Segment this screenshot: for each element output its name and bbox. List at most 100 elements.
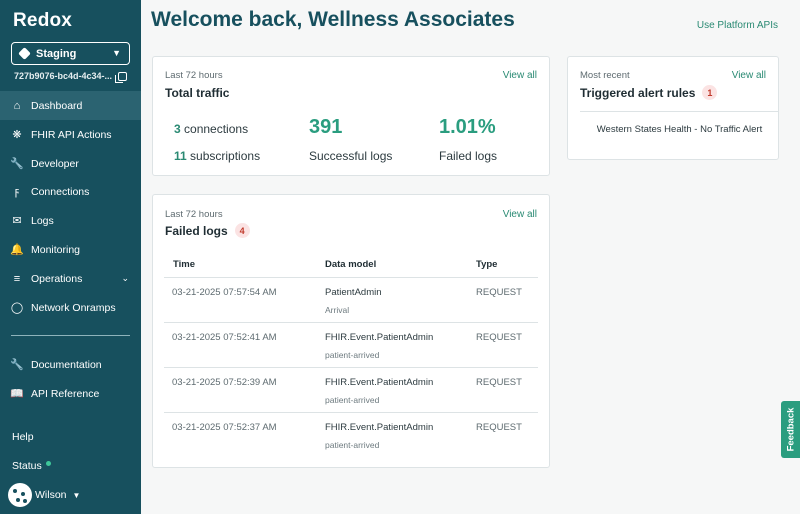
row-type: REQUEST — [476, 332, 522, 343]
sliders-icon: ≡ — [13, 272, 21, 285]
sidebar-item-label: FHIR API Actions — [31, 128, 112, 141]
row-event: patient-arrived — [325, 395, 380, 405]
table-row[interactable]: 03-21-2025 07:57:54 AM PatientAdmin Arri… — [164, 277, 538, 322]
sidebar-item-label: Dashboard — [31, 99, 83, 112]
sidebar-item-label: Operations — [31, 272, 83, 285]
wrench-icon: 🔧 — [10, 359, 24, 371]
column-header-time: Time — [173, 259, 196, 270]
bell-icon: 🔔 — [10, 244, 24, 256]
user-menu[interactable]: Wilson ▼ — [8, 483, 80, 507]
feedback-label: Feedback — [785, 407, 797, 452]
sidebar-item-fhir-api-actions[interactable]: ❋ FHIR API Actions — [0, 120, 141, 149]
sidebar-item-developer[interactable]: 🔧 Developer — [0, 149, 141, 178]
table-row[interactable]: 03-21-2025 07:52:37 AM FHIR.Event.Patien… — [164, 412, 538, 457]
copy-icon[interactable] — [115, 71, 128, 83]
alerts-view-all-link[interactable]: View all — [732, 70, 766, 81]
row-type: REQUEST — [476, 377, 522, 388]
traffic-view-all-link[interactable]: View all — [503, 70, 537, 81]
row-time: 03-21-2025 07:57:54 AM — [172, 287, 277, 298]
environment-id: 727b9076-bc4d-4c34-... — [14, 71, 128, 83]
feedback-button[interactable]: Feedback — [781, 401, 800, 458]
row-event: Arrival — [325, 305, 350, 315]
sidebar-item-logs[interactable]: ✉ Logs — [0, 206, 141, 235]
row-data-model: FHIR.Event.PatientAdmin — [325, 332, 434, 343]
row-event: patient-arrived — [325, 440, 380, 450]
traffic-caption: Last 72 hours — [165, 70, 223, 81]
sidebar-item-label: Developer — [31, 157, 79, 170]
total-traffic-card: Last 72 hours Total traffic View all 3 c… — [152, 56, 550, 176]
sidebar-item-label: Network Onramps — [31, 301, 116, 314]
column-header-type: Type — [476, 259, 498, 270]
alerts-title: Triggered alert rules — [580, 85, 696, 100]
failed-logs-value: 1.01% — [439, 116, 496, 138]
sidebar-item-operations[interactable]: ≡ Operations ⌄ — [0, 264, 141, 293]
help-link[interactable]: Help — [12, 431, 34, 443]
status-link[interactable]: Status — [12, 460, 51, 472]
subscriptions-stat[interactable]: 11 subscriptions — [174, 149, 260, 163]
column-header-data-model: Data model — [325, 259, 377, 270]
row-time: 03-21-2025 07:52:37 AM — [172, 422, 277, 433]
redox-logo[interactable]: Redox — [13, 10, 72, 32]
sidebar-item-api-reference[interactable]: 📖 API Reference — [0, 379, 141, 408]
failed-logs-title: Failed logs — [165, 223, 228, 238]
status-indicator — [45, 461, 51, 466]
subscriptions-label: subscriptions — [190, 149, 261, 163]
failed-logs-card: Last 72 hours Failed logs 4 View all Tim… — [152, 194, 550, 468]
failed-logs-view-all-link[interactable]: View all — [503, 209, 537, 220]
page-title: Welcome back, Wellness Associates — [151, 8, 515, 31]
sidebar-item-label: Logs — [31, 214, 54, 227]
book-icon: 📖 — [10, 388, 24, 400]
platform-apis-link[interactable]: Use Platform APIs — [697, 20, 778, 31]
sidebar-item-label: Connections — [31, 185, 90, 198]
sidebar-item-label: Documentation — [31, 358, 102, 371]
environment-select[interactable]: Staging ▼ — [11, 42, 130, 65]
row-event: patient-arrived — [325, 350, 380, 360]
alerts-count-badge: 1 — [702, 85, 718, 100]
wrench-icon: 🔧 — [10, 158, 24, 170]
chevron-down-icon: ▼ — [112, 48, 121, 58]
sidebar-item-connections[interactable]: ϝ Connections — [0, 177, 141, 206]
row-data-model: FHIR.Event.PatientAdmin — [325, 422, 434, 433]
row-data-model: FHIR.Event.PatientAdmin — [325, 377, 434, 388]
successful-logs-label: Successful logs — [309, 149, 393, 163]
sidebar-item-network-onramps[interactable]: ◯ Network Onramps — [0, 293, 141, 322]
globe-icon: ◯ — [10, 302, 24, 314]
row-data-model: PatientAdmin — [325, 287, 382, 298]
successful-logs-value: 391 — [309, 116, 343, 138]
failed-logs-caption: Last 72 hours — [165, 209, 223, 220]
connections-icon: ϝ — [14, 185, 20, 198]
status-label: Status — [12, 460, 42, 472]
traffic-title: Total traffic — [165, 86, 230, 100]
alerts-heading: Triggered alert rules 1 — [580, 85, 718, 100]
environment-name: Staging — [36, 47, 77, 60]
row-time: 03-21-2025 07:52:41 AM — [172, 332, 277, 343]
fhir-icon: ❋ — [12, 129, 22, 141]
alert-item[interactable]: Western States Health - No Traffic Alert — [580, 111, 779, 135]
sidebar-item-documentation[interactable]: 🔧 Documentation — [0, 350, 141, 379]
row-type: REQUEST — [476, 422, 522, 433]
sidebar-item-label: Monitoring — [31, 243, 81, 256]
failed-logs-label: Failed logs — [439, 149, 498, 163]
sidebar-item-dashboard[interactable]: ⌂ Dashboard — [0, 91, 141, 120]
connections-label: connections — [184, 122, 249, 136]
mail-icon: ✉ — [12, 215, 22, 227]
alert-rules-card: Most recent Triggered alert rules 1 View… — [567, 56, 779, 160]
caret-down-icon: ▼ — [72, 490, 81, 500]
alerts-caption: Most recent — [580, 70, 630, 81]
environment-id-text: 727b9076-bc4d-4c34-... — [14, 71, 113, 81]
sidebar-divider — [11, 335, 130, 336]
row-time: 03-21-2025 07:52:39 AM — [172, 377, 277, 388]
table-row[interactable]: 03-21-2025 07:52:41 AM FHIR.Event.Patien… — [164, 322, 538, 367]
chevron-down-icon: ⌄ — [121, 273, 129, 283]
sidebar-item-monitoring[interactable]: 🔔 Monitoring — [0, 235, 141, 264]
environment-icon — [18, 47, 31, 60]
sidebar: Redox Staging ▼ 727b9076-bc4d-4c34-... ⌂… — [0, 0, 141, 514]
connections-stat[interactable]: 3 connections — [174, 122, 248, 136]
table-row[interactable]: 03-21-2025 07:52:39 AM FHIR.Event.Patien… — [164, 367, 538, 412]
failed-logs-count-badge: 4 — [234, 223, 250, 238]
failed-logs-heading: Failed logs 4 — [165, 223, 250, 238]
sidebar-item-label: API Reference — [31, 387, 100, 400]
row-type: REQUEST — [476, 287, 522, 298]
user-name: Wilson — [35, 489, 67, 501]
subscriptions-count: 11 — [174, 149, 187, 163]
